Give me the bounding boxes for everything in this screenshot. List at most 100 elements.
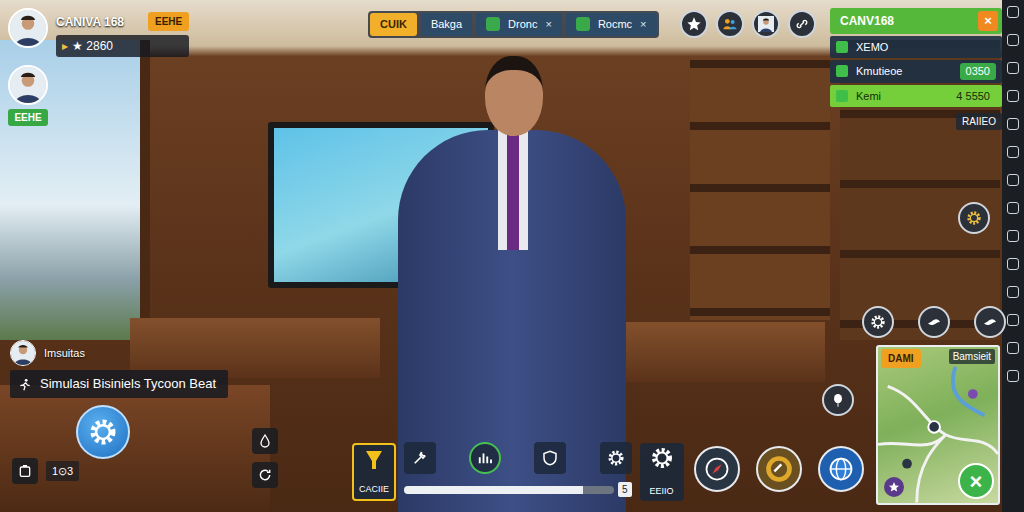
profile-icon[interactable] [752,10,780,38]
bird-icon[interactable] [974,306,1006,338]
toolbar-middle: 5 [404,442,632,501]
player-avatar-icon[interactable] [8,65,48,105]
row-label: Kemi [856,88,942,105]
rail-button-icon[interactable] [1007,342,1019,354]
player-name: CANIVA 168 [56,13,124,31]
globe-icon[interactable] [818,446,864,492]
minimap-badge: DAMI [881,349,921,368]
side-panel: CANV168 × XEMO Kmutieoe0350 Kemi 4 5550 RAIIEO [830,8,1002,130]
player-info: CANIVA 168 EEHE ▸★ 2860 [56,8,189,57]
tab-close[interactable]: × [640,16,646,33]
rail-button-icon[interactable] [1007,118,1019,130]
rail-button-icon[interactable] [1007,174,1019,186]
wrench-icon[interactable] [404,442,436,474]
rail-button-icon[interactable] [1007,202,1019,214]
panel-row[interactable]: XEMO [830,36,1002,59]
chart-icon[interactable] [469,442,501,474]
desk [0,385,270,512]
balloon-button [822,384,854,416]
balloon-icon[interactable] [822,384,854,416]
row-square-icon [836,41,848,53]
panel-row[interactable]: Kemi 4 5550 [830,85,1002,108]
gear-icon [650,446,674,470]
bookshelf [690,60,830,320]
panel-title-bar: CANV168 × [830,8,1002,34]
rail-button-icon[interactable] [1007,146,1019,158]
star-icon[interactable] [884,477,904,497]
top-tabs: CUIK Bakga Dronc × Rocmc × [368,11,659,38]
panel-title: CANV168 [840,12,894,30]
progress-reading: 5 [618,482,632,497]
gear-icon[interactable] [600,442,632,474]
player-avatar-col: EEHE [8,65,48,126]
top-icons [680,10,816,38]
rail-button-icon[interactable] [1007,258,1019,270]
tab-label: Bakga [431,16,462,33]
small-actions [252,428,278,488]
chat-avatar-icon[interactable] [10,340,36,366]
cache-label: CACIIE [359,483,389,497]
link-icon[interactable] [788,10,816,38]
row-label: XEMO [856,39,996,56]
player-list: CANIVA 168 EEHE ▸★ 2860 EEHE [8,8,189,126]
rail-button-icon[interactable] [1007,6,1019,18]
rail-button-icon[interactable] [1007,286,1019,298]
player-avatar-col [8,8,48,48]
minimap[interactable]: DAMI Bamsieit × [876,345,1000,505]
rail-button-icon[interactable] [1007,62,1019,74]
rail-button-icon[interactable] [1007,90,1019,102]
tab-label: Dronc [508,16,537,33]
compass-icon[interactable] [694,446,740,492]
row-square-icon [836,65,848,77]
star-icon[interactable] [680,10,708,38]
round-buttons [694,446,864,492]
panel-row[interactable]: Kmutieoe0350 [830,60,1002,83]
users-icon[interactable] [716,10,744,38]
minimap-header: DAMI Bamsieit [878,349,998,368]
top-tab[interactable]: CUIK [370,13,417,36]
player-entry[interactable]: EEHE [8,65,189,126]
ring-icon[interactable] [756,446,802,492]
bird-icon[interactable] [918,306,950,338]
gear-icon[interactable] [862,306,894,338]
cycle-icon[interactable] [252,462,278,488]
running-icon [18,374,32,394]
businessman-head [485,56,543,136]
chat-user-row: Imsuitas [10,340,228,366]
minimap-close-button[interactable]: × [958,463,994,499]
settings-button[interactable]: EEIIO [640,443,684,501]
tab-close[interactable]: × [545,16,551,33]
progress-fill [404,486,583,494]
panel-close-button[interactable]: × [978,11,998,31]
gear-icon[interactable] [958,202,990,234]
progress-row: 5 [404,482,632,501]
drop-icon[interactable] [252,428,278,454]
shield-icon[interactable] [534,442,566,474]
box-icon[interactable] [12,458,38,484]
top-tab[interactable]: Dronc × [476,13,562,36]
rail-button-icon[interactable] [1007,230,1019,242]
tab-square-icon [486,17,500,31]
chat-user: Imsuitas [44,345,85,362]
counter-text: 1⊙3 [46,461,79,482]
player-badge: EEHE [148,12,189,31]
businessman-tie [498,130,528,250]
toolbar-icons [404,442,632,474]
top-tab[interactable]: Rocmc × [566,13,657,36]
panel-footer: RAIIEO [956,113,1002,130]
top-tab[interactable]: Bakga [421,13,472,36]
right-rail [1002,0,1024,512]
counter-area: 1⊙3 [12,458,79,484]
row-value: 4 5550 [950,88,996,105]
chat-area: ImsuitasSimulasi Bisiniels Tycoon Beat [10,340,228,398]
player-avatar-icon[interactable] [8,8,48,48]
player-entry[interactable]: CANIVA 168 EEHE ▸★ 2860 [8,8,189,57]
player-score: ▸★ 2860 [56,35,189,57]
cache-button[interactable]: CACIIE [352,443,396,501]
settings-gear-icon[interactable] [76,405,130,459]
minimap-label: Bamsieit [949,349,995,364]
rail-button-icon[interactable] [1007,34,1019,46]
rail-button-icon[interactable] [1007,370,1019,382]
rail-button-icon[interactable] [1007,314,1019,326]
tab-label: Rocmc [598,16,632,33]
